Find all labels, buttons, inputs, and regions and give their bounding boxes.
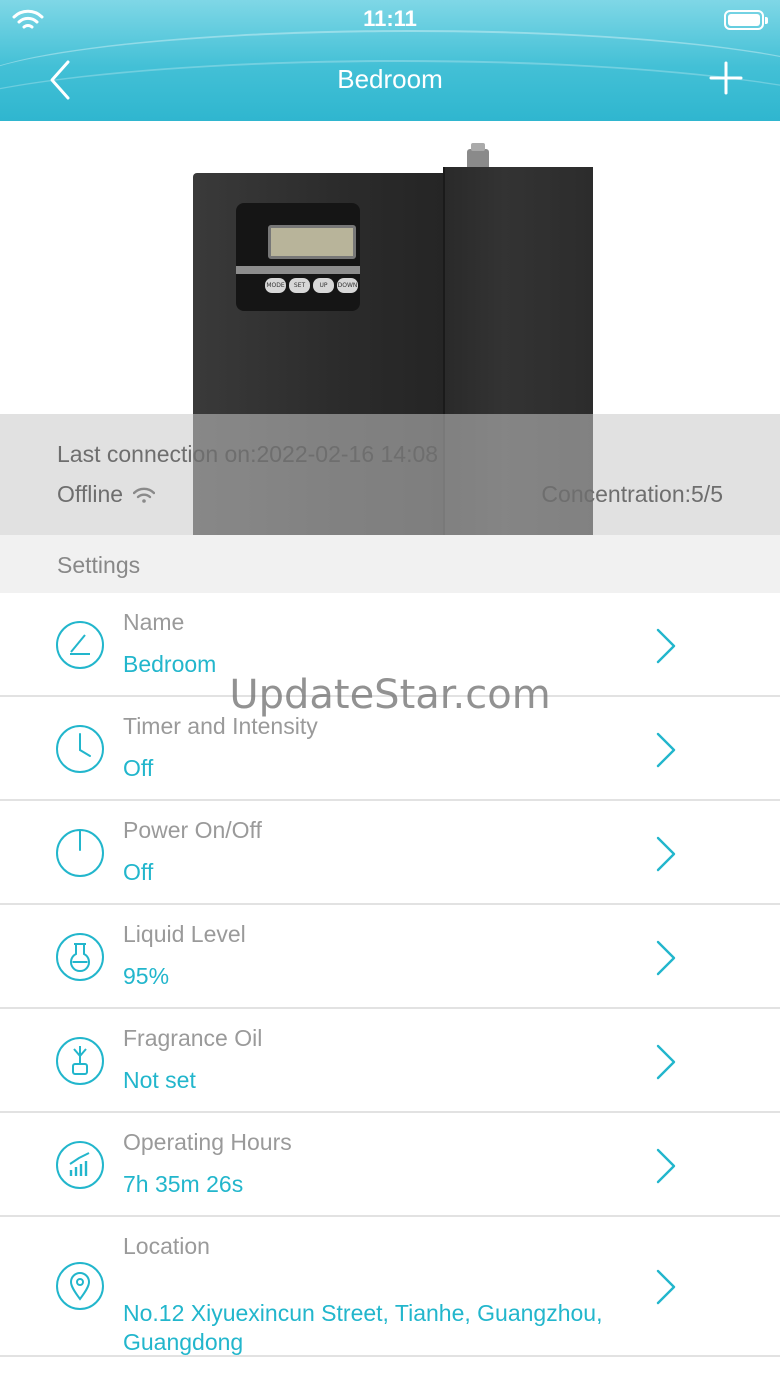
nozzle [467,143,489,169]
device-info-overlay [0,414,780,535]
setting-label: Liquid Level [123,921,246,947]
device-key: DOWN [337,278,358,293]
device-keys: MODE SET UP DOWN [265,278,358,293]
keys-strip [236,266,360,274]
last-connection-text: Last connection on:2022-02-16 14:08 [57,441,439,467]
settings-row-power[interactable]: Power On/Off Off [0,801,780,905]
setting-label: Power On/Off [123,817,262,843]
plus-icon[interactable] [708,60,744,96]
setting-value: Not set [123,1067,196,1093]
chevron-right-icon [656,836,676,872]
fragrance-bottle-icon [56,1037,104,1085]
settings-row-fragrance-oil[interactable]: Fragrance Oil Not set [0,1009,780,1113]
settings-row-location[interactable]: Location No.12 Xiyuexincun Street, Tianh… [0,1217,780,1357]
wifi-offline-icon [133,487,156,503]
chevron-right-icon [656,1148,676,1184]
setting-value: Off [123,859,154,885]
chevron-right-icon [656,628,676,664]
settings-row-operating-hours[interactable]: Operating Hours 7h 35m 26s [0,1113,780,1217]
setting-label: Name [123,609,185,635]
chevron-right-icon [656,1269,676,1305]
status-time: 11:11 [363,6,417,31]
chart-icon [56,1141,104,1189]
connection-status: Offline [57,481,156,508]
chevron-right-icon [656,1044,676,1080]
setting-value: Off [123,755,154,781]
chevron-right-icon [656,732,676,768]
setting-label: Location [123,1233,210,1259]
settings-title: Settings [57,552,141,578]
settings-section-header: Settings [0,535,780,593]
device-key: SET [289,278,310,293]
setting-value: 95% [123,963,170,989]
flask-icon [56,933,104,981]
chevron-right-icon [656,940,676,976]
setting-value: No.12 Xiyuexincun Street, Tianhe, Guangz… [123,1300,603,1355]
watermark: UpdateStar.com [229,672,551,718]
device-key: UP [313,278,334,293]
edit-icon [56,621,104,669]
battery-icon [724,10,768,30]
status-text: Offline [57,481,124,507]
clock-icon [56,725,104,773]
setting-value: 7h 35m 26s [123,1171,244,1197]
location-pin-icon [56,1262,104,1310]
settings-row-liquid-level[interactable]: Liquid Level 95% [0,905,780,1009]
setting-label: Operating Hours [123,1129,292,1155]
setting-label: Fragrance Oil [123,1025,263,1051]
device-key: MODE [265,278,286,293]
concentration-text: Concentration:5/5 [541,481,723,507]
header-bar: 11:11 Bedroom [0,0,780,121]
lcd-screen [268,225,356,259]
page-title: Bedroom [337,64,443,94]
power-icon [56,829,104,877]
